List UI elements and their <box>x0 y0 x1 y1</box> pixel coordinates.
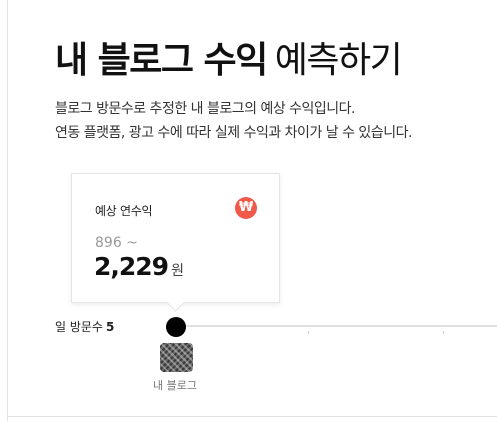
estimate-range-max: 2,229 원 <box>94 252 184 281</box>
slider-tick <box>308 331 309 334</box>
estimate-amount: 2,229 <box>94 252 169 281</box>
description-line-1: 블로그 방문수로 추정한 내 블로그의 예상 수익입니다. <box>55 101 356 117</box>
page-title: 내 블로그 수익 예측하기 <box>55 36 403 86</box>
blog-revenue-estimator: 내 블로그 수익 예측하기 블로그 방문수로 추정한 내 블로그의 예상 수익입니… <box>0 0 497 421</box>
daily-visitors-label: 일 방문수 <box>55 320 103 334</box>
description-line-2: 연동 플랫폼, 광고 수에 따라 실제 수익과 차이가 날 수 있습니다. <box>55 125 412 141</box>
slider-tick <box>443 331 444 334</box>
estimate-label: 예상 연수익 <box>95 204 153 218</box>
visitors-slider-handle[interactable] <box>166 317 186 337</box>
left-divider <box>7 0 8 421</box>
blog-avatar <box>160 343 193 372</box>
page-title-strong: 내 블로그 수익 <box>55 40 268 81</box>
page-title-light: 예측하기 <box>274 40 403 81</box>
bottom-divider <box>7 416 497 417</box>
estimate-card: 예상 연수익 ₩ 896 ~ 2,229 원 <box>71 173 280 303</box>
daily-visitors: 일 방문수 5 <box>55 318 114 335</box>
visitors-slider-track[interactable] <box>176 325 497 327</box>
estimate-unit: 원 <box>171 263 184 279</box>
won-icon: ₩ <box>235 197 257 219</box>
daily-visitors-value: 5 <box>105 320 115 334</box>
blog-avatar-caption: 내 블로그 <box>153 379 197 392</box>
estimate-range-min: 896 ~ <box>95 235 138 251</box>
